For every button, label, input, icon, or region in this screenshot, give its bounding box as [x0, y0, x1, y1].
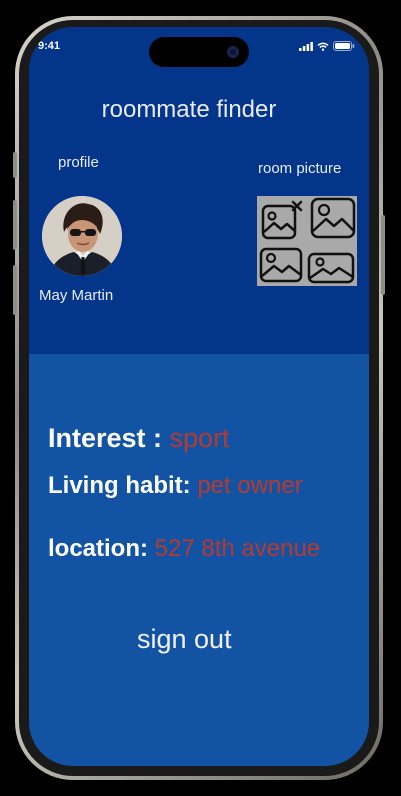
avatar[interactable]: [42, 196, 122, 276]
wifi-icon: [317, 42, 329, 51]
interest-value: sport: [169, 423, 230, 453]
side-button-volume-up: [13, 200, 17, 250]
profile-label: profile: [58, 154, 99, 171]
side-button-power: [381, 215, 385, 295]
app-screen: 9:41 roommate finder profile room pictur…: [29, 27, 369, 766]
image-icon: [259, 247, 303, 283]
interest-label: Interest :: [48, 423, 170, 453]
user-name: May Martin: [39, 287, 114, 304]
image-missing-icon: [261, 200, 303, 240]
status-icons: [299, 41, 355, 51]
status-time: 9:41: [38, 40, 61, 52]
image-icon: [310, 197, 356, 239]
side-button-volume-down: [13, 265, 17, 315]
living-habit-value: pet owner: [197, 472, 303, 499]
battery-icon: [333, 41, 355, 51]
location-label: location:: [48, 535, 155, 562]
signal-icon: [299, 41, 313, 51]
room-picture-grid[interactable]: [257, 196, 357, 286]
location-row: location: 527 8th avenue: [48, 535, 320, 563]
side-button-action: [13, 152, 17, 178]
living-habit-label: Living habit:: [48, 472, 198, 499]
app-title: roommate finder: [101, 96, 277, 123]
camera-icon: [227, 46, 239, 58]
header-section: [29, 27, 369, 354]
avatar-photo: [42, 196, 122, 276]
location-value: 527 8th avenue: [154, 535, 321, 562]
interest-row: Interest : sport: [48, 423, 230, 454]
dynamic-island: [149, 37, 249, 67]
living-habit-row: Living habit: pet owner: [48, 472, 303, 500]
sign-out-button[interactable]: sign out: [137, 624, 232, 655]
image-icon: [307, 252, 355, 284]
room-picture-label: room picture: [258, 160, 342, 177]
